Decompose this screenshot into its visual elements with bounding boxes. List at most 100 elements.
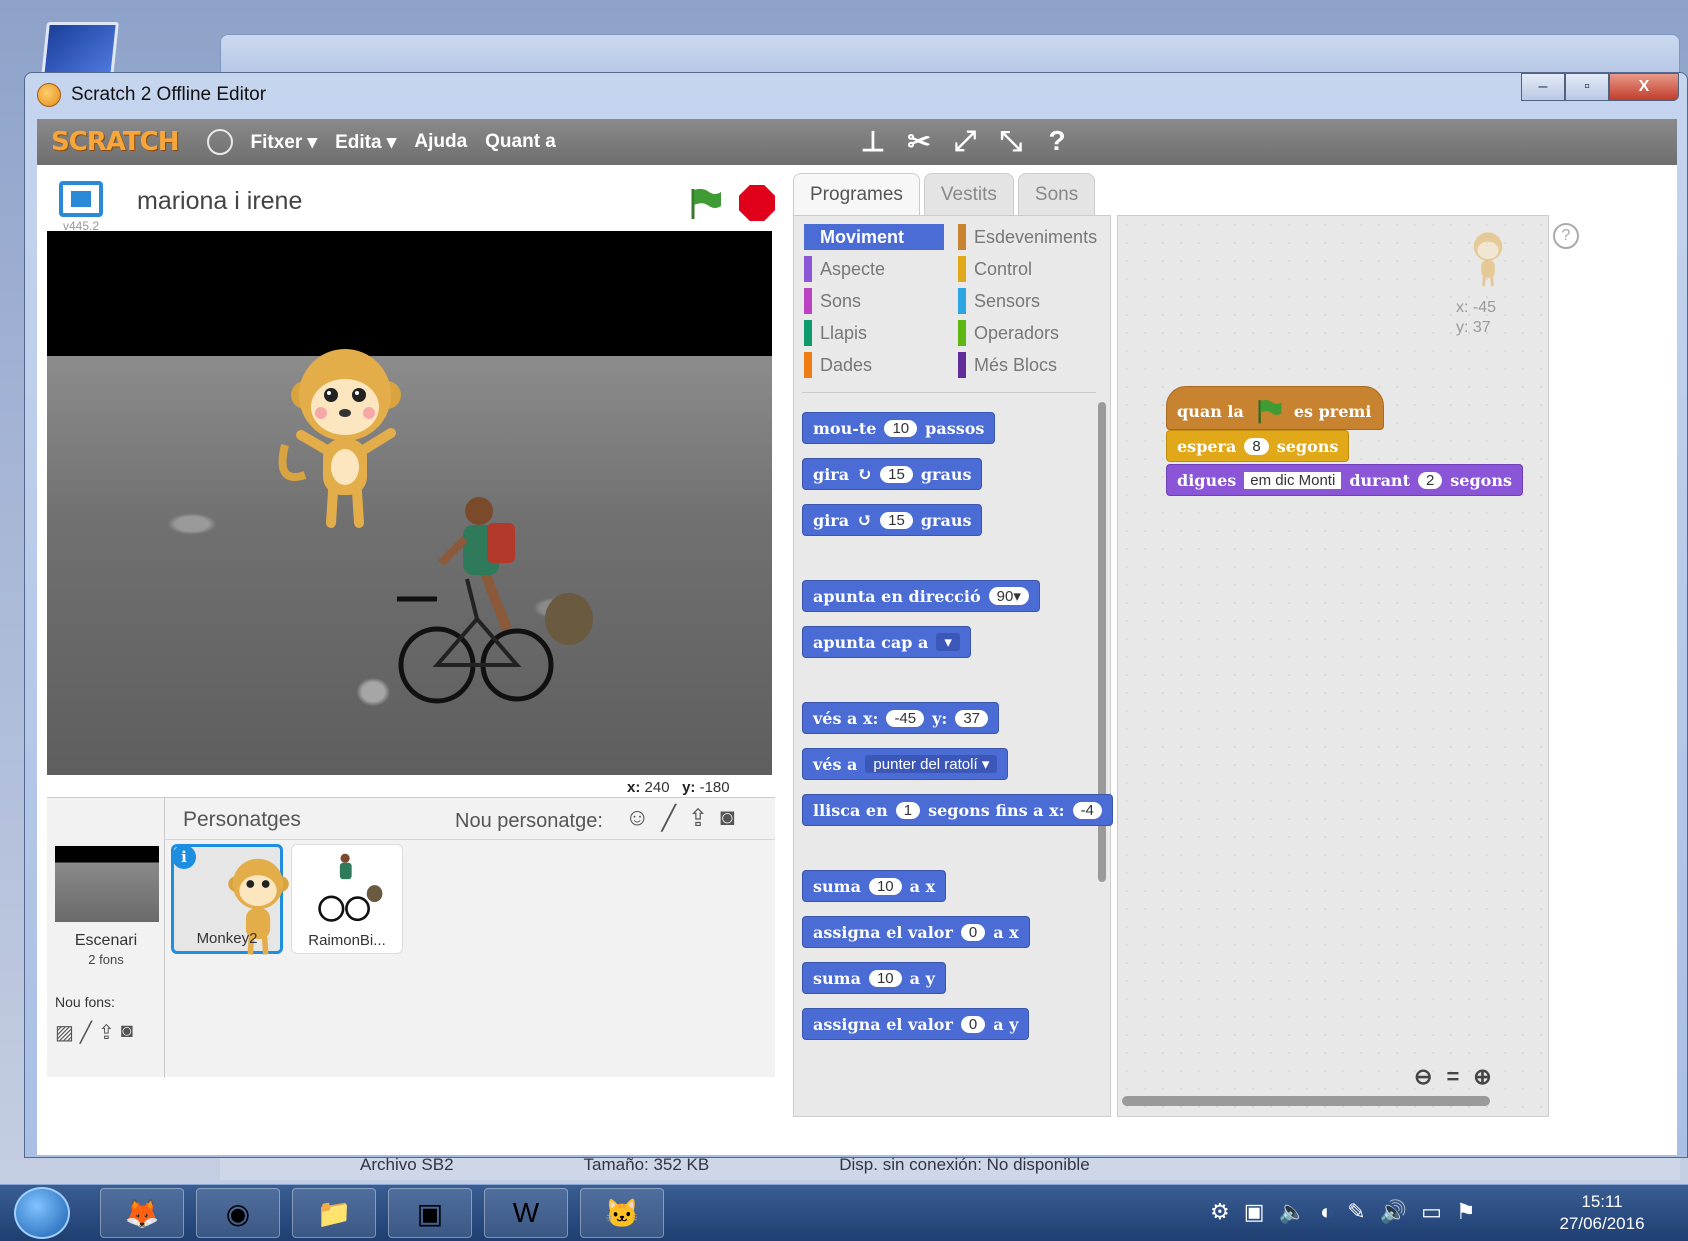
- project-title[interactable]: mariona i irene: [137, 187, 302, 216]
- block-say-for-secs[interactable]: digues em dic Monti durant 2 segons: [1166, 464, 1523, 496]
- sprite-thumb-monkey2[interactable]: i Monkey2: [171, 844, 289, 955]
- tray-volume-icon[interactable]: 🔊: [1380, 1199, 1407, 1225]
- block-goto-xy[interactable]: vés a x: -45 y: 37: [802, 702, 1000, 734]
- block-wait[interactable]: espera 8 segons: [1166, 430, 1350, 462]
- block-input[interactable]: 37: [955, 709, 989, 727]
- zoom-out-icon[interactable]: ⊖: [1414, 1064, 1432, 1090]
- scripts-area[interactable]: x: -45 y: 37 quan la es premi espera 8 s…: [1117, 215, 1549, 1117]
- scratch-taskbar-icon[interactable]: 🐱: [580, 1188, 664, 1238]
- camera-sprite-icon[interactable]: ◙: [720, 804, 735, 833]
- block-dropdown[interactable]: ▾: [936, 633, 960, 651]
- powerpoint-taskbar-icon[interactable]: ▣: [388, 1188, 472, 1238]
- tray-tool-icon[interactable]: ✎: [1347, 1199, 1365, 1225]
- chrome-taskbar-icon[interactable]: ◉: [196, 1188, 280, 1238]
- computer-icon[interactable]: [41, 22, 119, 78]
- block-point-towards[interactable]: apunta cap a ▾: [802, 626, 971, 658]
- block-input[interactable]: 2: [1417, 471, 1443, 489]
- scratch-logo[interactable]: SCRATCH: [51, 127, 180, 157]
- green-flag-icon[interactable]: [687, 185, 723, 221]
- delete-cut-icon[interactable]: ✂: [903, 125, 935, 157]
- block-input[interactable]: 8: [1244, 437, 1269, 455]
- menu-file[interactable]: Fitxer ▾: [251, 131, 318, 154]
- block-input[interactable]: 15: [880, 511, 913, 529]
- block-input[interactable]: 15: [880, 465, 913, 483]
- help-icon[interactable]: ?: [1553, 223, 1579, 249]
- block-help-icon[interactable]: ?: [1041, 125, 1073, 157]
- camera-backdrop-icon[interactable]: ◙: [121, 1020, 133, 1045]
- tray-app-icon[interactable]: ⚙: [1210, 1199, 1230, 1225]
- block-input[interactable]: -45: [886, 709, 925, 727]
- firefox-taskbar-icon[interactable]: 🦊: [100, 1188, 184, 1238]
- tray-display-icon[interactable]: ▣: [1244, 1199, 1265, 1225]
- block-change-y[interactable]: suma 10 a y: [802, 962, 946, 994]
- maximize-button[interactable]: ▫: [1565, 73, 1609, 101]
- block-input[interactable]: 10: [884, 419, 918, 437]
- block-goto[interactable]: vés a punter del ratolí ▾: [802, 748, 1009, 780]
- shrink-icon[interactable]: ⤡: [995, 125, 1027, 157]
- block-glide[interactable]: llisca en 1 segons fins a x: -4: [802, 794, 1113, 826]
- taskbar-clock[interactable]: 15:11 27/06/2016: [1532, 1191, 1672, 1235]
- category-data[interactable]: Dades: [804, 352, 944, 378]
- presentation-mode-icon[interactable]: [59, 181, 103, 217]
- block-when-flag-clicked[interactable]: quan la es premi: [1166, 386, 1385, 430]
- language-globe-icon[interactable]: [206, 129, 233, 155]
- menu-help[interactable]: Ajuda: [414, 131, 467, 153]
- zoom-reset-icon[interactable]: =: [1446, 1064, 1459, 1090]
- sprite-thumb-raimonbi[interactable]: RaimonBi...: [291, 844, 403, 954]
- block-turn-right[interactable]: gira ↻ 15 graus: [802, 458, 983, 490]
- scripts-horizontal-scrollbar[interactable]: [1122, 1096, 1490, 1106]
- stop-icon[interactable]: [739, 185, 775, 221]
- block-input[interactable]: 90▾: [988, 587, 1029, 605]
- category-sound[interactable]: Sons: [804, 288, 944, 314]
- block-dropdown[interactable]: punter del ratolí ▾: [865, 755, 998, 773]
- grow-icon[interactable]: ⤢: [949, 125, 981, 157]
- block-input[interactable]: 10: [868, 969, 902, 987]
- tray-speaker-icon[interactable]: 🔈: [1279, 1199, 1306, 1225]
- close-button[interactable]: X: [1609, 73, 1679, 101]
- tab-sounds[interactable]: Sons: [1017, 173, 1096, 215]
- tab-costumes[interactable]: Vestits: [923, 173, 1014, 215]
- explorer-taskbar-icon[interactable]: 📁: [292, 1188, 376, 1238]
- stage-canvas[interactable]: [47, 231, 772, 775]
- category-operators[interactable]: Operadors: [958, 320, 1098, 346]
- start-button-icon[interactable]: [14, 1187, 70, 1239]
- tray-flag-icon[interactable]: ⚑: [1456, 1199, 1476, 1225]
- tray-network-icon[interactable]: ▭: [1421, 1199, 1442, 1225]
- backdrop-library-icon[interactable]: ▨: [55, 1020, 74, 1045]
- block-move-steps[interactable]: mou-te 10 passos: [802, 412, 996, 444]
- block-text-input[interactable]: em dic Monti: [1244, 471, 1342, 489]
- category-control[interactable]: Control: [958, 256, 1098, 282]
- block-set-y[interactable]: assigna el valor 0 a y: [802, 1008, 1030, 1040]
- block-input[interactable]: 0: [960, 1015, 986, 1033]
- menu-about[interactable]: Quant a: [485, 131, 556, 153]
- block-input[interactable]: 1: [895, 801, 921, 819]
- tray-panda-icon[interactable]: ◐: [1320, 1199, 1333, 1225]
- paint-sprite-icon[interactable]: ╱: [662, 804, 676, 833]
- menu-edit[interactable]: Edita ▾: [335, 131, 396, 154]
- block-input[interactable]: -4: [1072, 801, 1102, 819]
- cyclist-sprite[interactable]: [397, 489, 597, 721]
- block-input[interactable]: 0: [960, 923, 986, 941]
- stage-thumbnail[interactable]: [55, 846, 159, 922]
- tab-scripts[interactable]: Programes: [793, 173, 920, 215]
- upload-sprite-icon[interactable]: ⇪: [688, 804, 708, 833]
- minimize-button[interactable]: –: [1521, 73, 1565, 101]
- sprite-info-icon[interactable]: i: [172, 845, 196, 869]
- category-pen[interactable]: Llapis: [804, 320, 944, 346]
- block-point-direction[interactable]: apunta en direcció 90▾: [802, 580, 1040, 612]
- block-input[interactable]: 10: [868, 877, 902, 895]
- monkey-sprite[interactable]: [275, 335, 415, 535]
- upload-backdrop-icon[interactable]: ⇪: [98, 1020, 115, 1045]
- duplicate-stamp-icon[interactable]: ⊥: [857, 125, 889, 157]
- block-change-x[interactable]: suma 10 a x: [802, 870, 947, 902]
- zoom-in-icon[interactable]: ⊕: [1473, 1064, 1491, 1090]
- paint-backdrop-icon[interactable]: ╱: [80, 1020, 92, 1045]
- block-turn-left[interactable]: gira ↺ 15 graus: [802, 504, 983, 536]
- category-events[interactable]: Esdeveniments: [958, 224, 1098, 250]
- category-looks[interactable]: Aspecte: [804, 256, 944, 282]
- category-more-blocks[interactable]: Més Blocs: [958, 352, 1098, 378]
- block-set-x[interactable]: assigna el valor 0 a x: [802, 916, 1030, 948]
- category-motion[interactable]: Moviment: [804, 224, 944, 250]
- word-taskbar-icon[interactable]: W: [484, 1188, 568, 1238]
- category-sensing[interactable]: Sensors: [958, 288, 1098, 314]
